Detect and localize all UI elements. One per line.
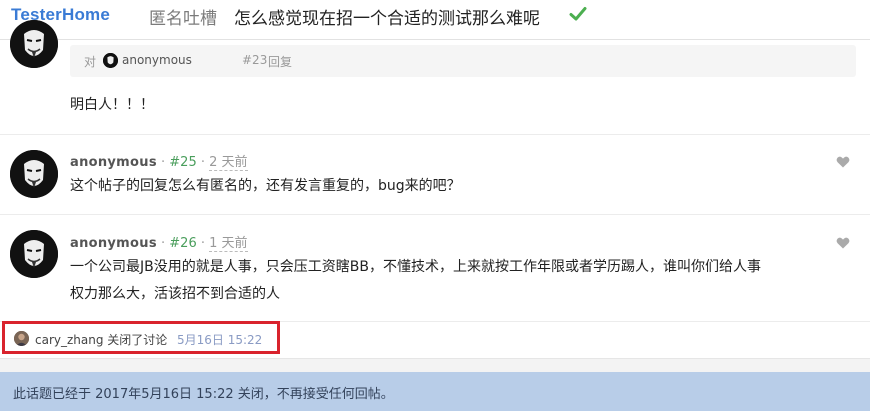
quoted-floor-link[interactable]: #23 [242, 53, 267, 67]
floor-link[interactable]: #26 [169, 236, 196, 251]
closed-event-text: cary_zhang 关闭了讨论 [35, 333, 168, 347]
reply-time: 2 天前 [209, 155, 248, 171]
reply-time: 1 天前 [209, 236, 248, 252]
like-heart-icon[interactable] [836, 236, 850, 250]
meta-separator: · [161, 236, 166, 251]
like-heart-icon[interactable] [836, 155, 850, 169]
reply-meta: anonymous · #25 · 2 天前 [70, 151, 248, 171]
reply-body: 这个帖子的回复怎么有匿名的，还有发言重复的，bug来的吧？ [70, 178, 461, 194]
top-navbar: TesterHome 匿名吐槽 怎么感觉现在招一个合适的测试那么难呢 [0, 0, 870, 40]
username-link[interactable]: anonymous [70, 236, 157, 251]
quoted-user-link[interactable]: anonymous [122, 53, 192, 67]
topic-title: 怎么感觉现在招一个合适的测试那么难呢 [234, 9, 540, 29]
divider [0, 214, 870, 215]
quote-prefix: 对 [84, 55, 97, 69]
section-spacer [0, 358, 870, 372]
topic-closed-event: cary_zhang 关闭了讨论 5月16日 15:22 [2, 321, 280, 354]
avatar[interactable] [10, 20, 58, 68]
quote-action: 回复 [268, 55, 293, 69]
avatar[interactable] [14, 331, 29, 346]
reply-body-line: 一个公司最JB没用的就是人事，只会压工资瞎BB，不懂技术，上来就按工作年限或者学… [70, 259, 761, 275]
closed-event-time: 5月16日 15:22 [177, 333, 263, 347]
meta-separator: · [161, 155, 166, 170]
quoted-reply-box: 对 anonymous #23 回复 [70, 45, 856, 77]
replies-list: 对 anonymous #23 回复 明白人！！！ anonymous · #2… [0, 20, 870, 358]
username-link[interactable]: anonymous [70, 155, 157, 170]
closed-notice-text: 此话题已经于 2017年5月16日 15:22 关闭，不再接受任何回帖。 [13, 387, 394, 402]
topic-closed-notice: 此话题已经于 2017年5月16日 15:22 关闭，不再接受任何回帖。 [0, 372, 870, 411]
reply-meta: anonymous · #26 · 1 天前 [70, 232, 248, 252]
meta-separator: · [200, 155, 205, 170]
reply-body: 明白人！！！ [70, 97, 154, 113]
divider [0, 134, 870, 135]
meta-separator: · [200, 236, 205, 251]
avatar[interactable] [10, 230, 58, 278]
floor-link[interactable]: #25 [169, 155, 196, 170]
reply-body-line: 权力那么大，活该招不到合适的人 [70, 286, 280, 302]
node-link[interactable]: 匿名吐槽 [149, 4, 217, 29]
avatar[interactable] [10, 150, 58, 198]
excellent-check-icon [569, 7, 587, 21]
avatar [103, 53, 118, 68]
